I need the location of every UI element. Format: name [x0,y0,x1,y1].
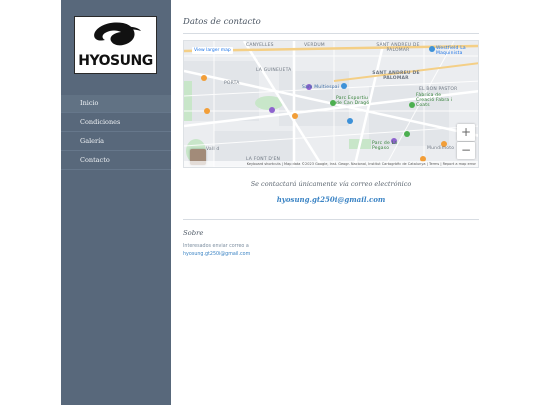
map-label: EL BON PASTOR [419,87,458,92]
sidebar: HYOSUNG Inicio Condiciones Galería Conta… [61,0,171,405]
map-label: Vall d [206,147,220,152]
about-title: Sobre [183,229,204,237]
divider [183,219,479,220]
nav-item-contacto[interactable]: Contacto [61,152,171,170]
map-label: LA GUINEUETA [256,68,292,73]
map-label: SANT ANDREU DE PALOMAR [376,43,420,53]
divider [183,33,479,34]
embedded-map[interactable]: View larger map CANYELLES VERDUM SANT AN… [183,40,479,168]
map-label: SANT ANDREU DE PALOMAR [372,71,420,81]
nav-item-inicio[interactable]: Inicio [61,95,171,113]
map-label: Fàbrica de Creació Fabra i Coats [416,93,453,108]
map-label: Parc de La Pegaso [372,141,398,151]
contact-note: Se contactará únicamente vía correo elec… [250,180,412,188]
logo[interactable]: HYOSUNG [74,16,157,74]
nav-item-condiciones[interactable]: Condiciones [61,114,171,132]
map-attribution: Keyboard shortcuts | Map data ©2023 Goog… [184,161,478,167]
map-label: VERDUM [304,43,325,48]
map-label: Parc Esportiu de Can Dragó [336,96,370,106]
about-email-link[interactable]: hyosung.gt250i@gmail.com [183,251,250,259]
about-text-block: Interesados enviar correo a hyosung.gt25… [183,243,250,258]
view-larger-map-link[interactable]: View larger map [192,47,233,54]
logo-text: HYOSUNG [78,53,153,69]
sidebar-nav: Inicio Condiciones Galería Contacto [61,95,171,171]
nav-item-galeria[interactable]: Galería [61,133,171,151]
zoom-in-button[interactable]: + [457,124,475,141]
hyosung-logo-mark-icon [94,22,141,46]
map-label: CANYELLES [246,43,274,48]
about-text: Interesados enviar correo a [183,244,249,249]
contact-email-link[interactable]: hyosung.gt250i@gmail.com [183,195,479,204]
zoom-out-button[interactable]: − [457,142,475,159]
map-label: Mundimoto [427,146,455,151]
map-label: Sam Multiespai [302,85,340,90]
map-label: PORTA [224,81,240,86]
map-label: Westfield La Maquinista [436,46,466,56]
page-title: Datos de contacto [183,17,261,27]
